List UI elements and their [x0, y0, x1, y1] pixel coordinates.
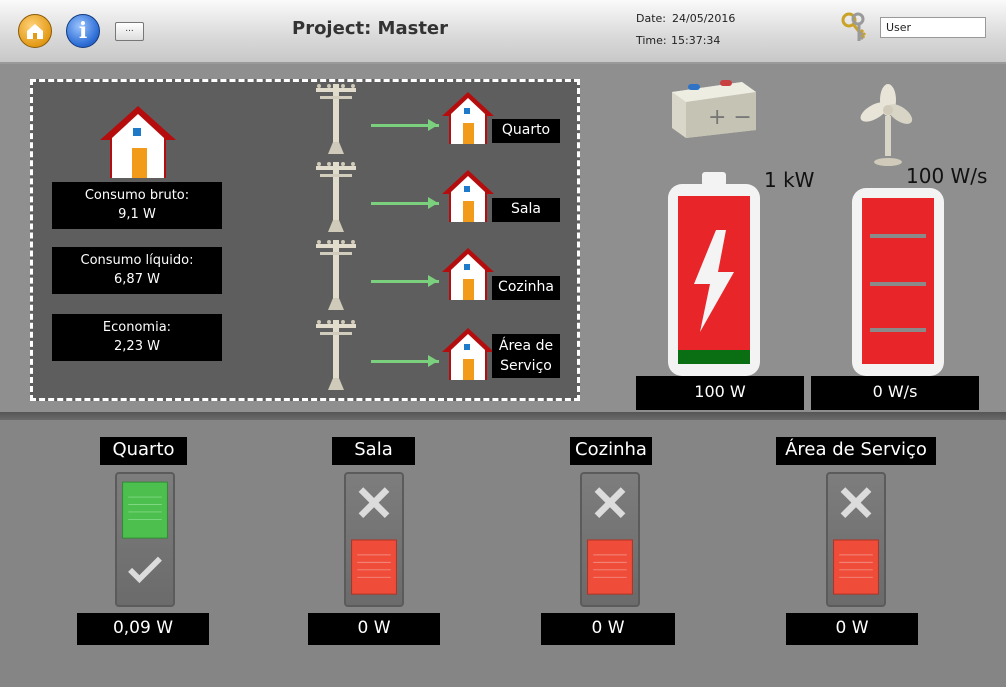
fan-gauge	[852, 188, 944, 376]
house-icon	[442, 170, 494, 222]
switch-label-cozinha: Cozinha	[570, 437, 652, 465]
fan-value: 0 W/s	[811, 376, 979, 410]
project-title: Project: Master	[292, 18, 449, 39]
summary-gross: Consumo bruto: 9,1 W	[52, 182, 222, 229]
arrow-head	[428, 119, 438, 131]
x-icon	[840, 487, 872, 519]
fan-rate-label: 100 W/s	[906, 164, 988, 188]
arrow-head	[428, 355, 438, 367]
house-icon	[442, 328, 494, 380]
summary-savings-label: Economia:	[102, 320, 172, 335]
time-value: 15:37:34	[671, 34, 721, 47]
x-icon	[358, 487, 390, 519]
switch-value-area-servico: 0 W	[786, 613, 918, 645]
time-label: Time:	[636, 34, 667, 47]
check-icon	[128, 556, 162, 584]
switch-label-area-servico: Área de Serviço	[776, 437, 936, 465]
date-value: 24/05/2016	[672, 12, 736, 25]
battery-capacity-label: 1 kW	[764, 168, 815, 192]
switch-toggle-area-servico[interactable]	[826, 472, 886, 607]
switch-toggle-sala[interactable]	[344, 472, 404, 607]
summary-net-value: 6,87 W	[114, 272, 160, 287]
arrow-head	[428, 275, 438, 287]
switch-toggle-cozinha[interactable]	[580, 472, 640, 607]
power-pole-icon	[316, 320, 356, 390]
battery-gauge	[668, 172, 760, 376]
switch-value-sala: 0 W	[308, 613, 440, 645]
room-tag-area-servico: Área de Serviço	[492, 334, 560, 378]
summary-net: Consumo líquido: 6,87 W	[52, 247, 222, 294]
arrow-head	[428, 197, 438, 209]
section-divider	[0, 412, 1006, 420]
fan-icon	[860, 84, 913, 166]
power-pole-icon	[316, 240, 356, 310]
info-glyph: i	[78, 18, 88, 44]
power-pole-icon	[316, 84, 356, 154]
summary-savings-value: 2,23 W	[114, 339, 160, 354]
battery-icon: + −	[672, 80, 756, 138]
room-tag-quarto: Quarto	[492, 119, 560, 143]
switch-label-quarto: Quarto	[100, 437, 187, 465]
house-icon	[442, 248, 494, 300]
x-icon	[594, 487, 626, 519]
svg-text:+ −: + −	[708, 105, 752, 130]
switch-value-cozinha: 0 W	[541, 613, 675, 645]
header-bar: i ... Project: Master Date: 24/05/2016 T…	[0, 0, 1006, 64]
room-tag-cozinha: Cozinha	[492, 276, 560, 300]
keys-icon[interactable]	[838, 10, 874, 50]
more-button[interactable]: ...	[115, 22, 144, 41]
battery-value: 100 W	[636, 376, 804, 410]
house-icon	[442, 92, 494, 144]
house-icon	[100, 106, 176, 178]
summary-net-label: Consumo líquido:	[80, 253, 194, 268]
power-pole-icon	[316, 162, 356, 232]
switch-toggle-quarto[interactable]	[115, 472, 175, 607]
switch-value-quarto: 0,09 W	[77, 613, 209, 645]
home-glyph	[27, 24, 43, 39]
summary-gross-value: 9,1 W	[118, 207, 156, 222]
switch-label-sala: Sala	[332, 437, 415, 465]
room-tag-sala: Sala	[492, 198, 560, 222]
summary-savings: Economia: 2,23 W	[52, 314, 222, 361]
room-tag-area-servico-line2: Serviço	[500, 358, 552, 374]
home-icon[interactable]	[18, 14, 52, 48]
info-icon[interactable]: i	[66, 14, 100, 48]
date-label: Date:	[636, 12, 666, 25]
room-tag-area-servico-line1: Área de	[498, 338, 554, 354]
user-field[interactable]: User	[880, 17, 986, 38]
summary-gross-label: Consumo bruto:	[84, 188, 190, 203]
